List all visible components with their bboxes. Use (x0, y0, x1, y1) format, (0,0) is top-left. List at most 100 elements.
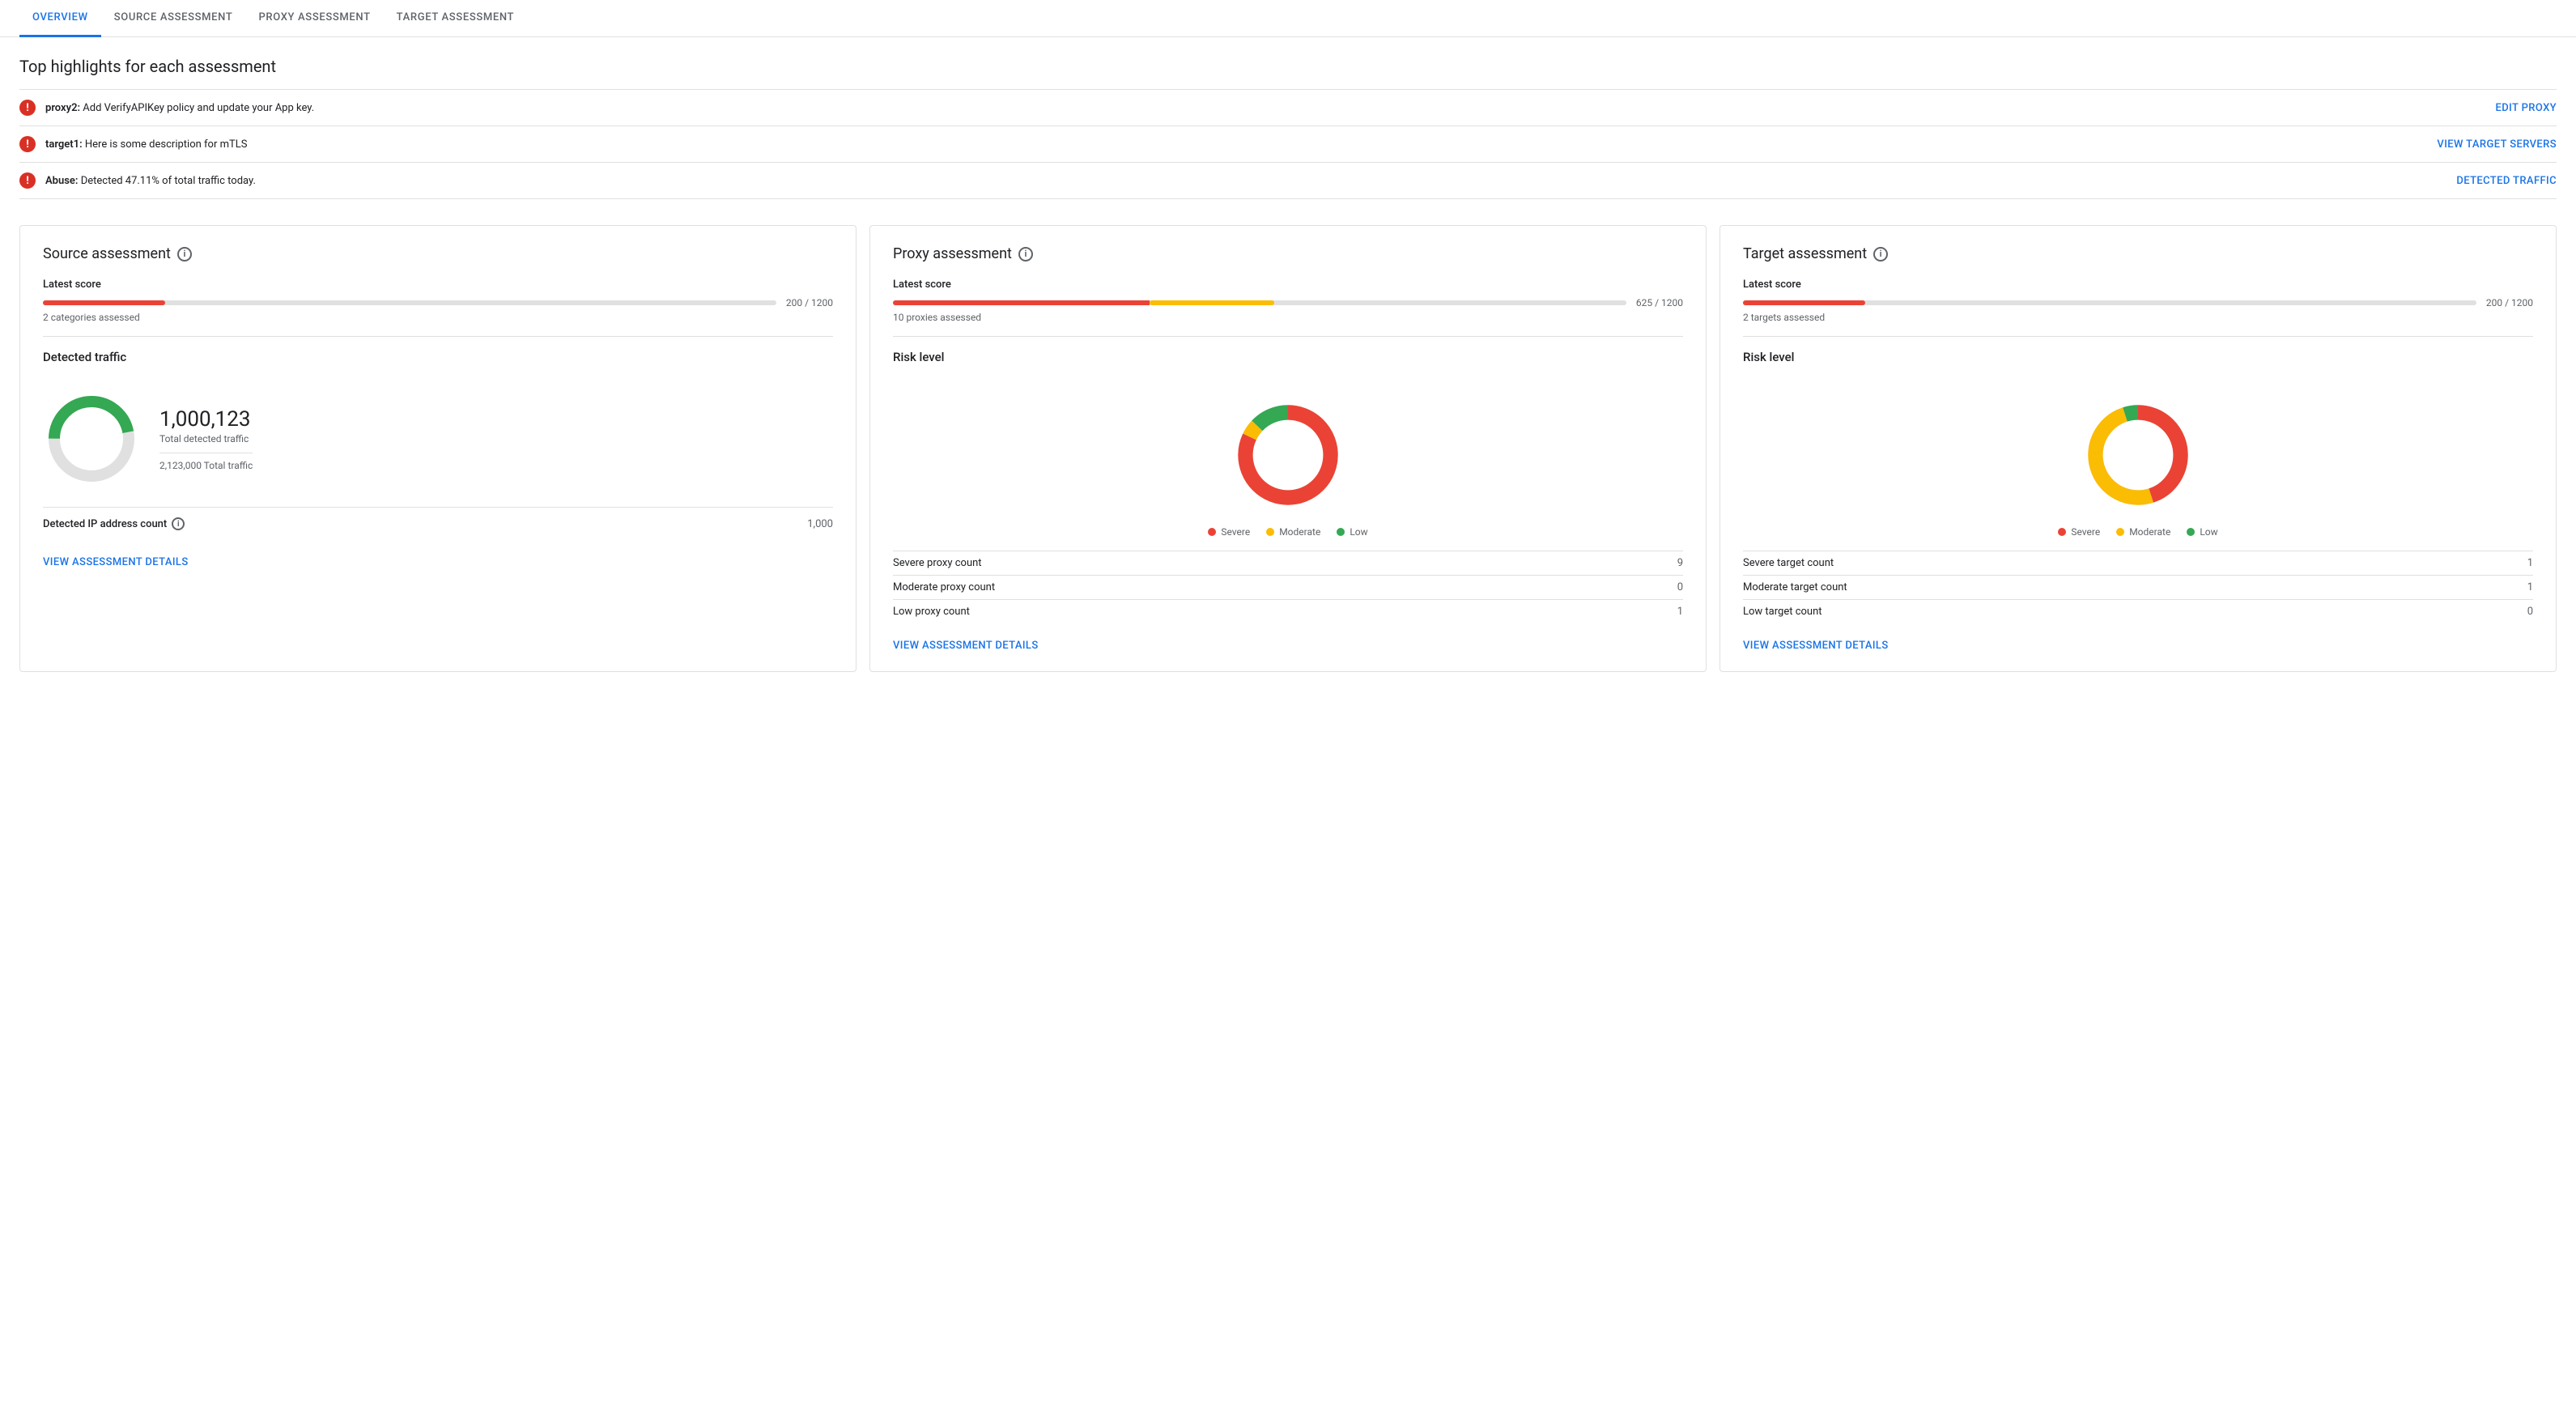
target-moderate-count-label: Moderate target count (1743, 581, 1847, 593)
proxy-moderate-count-label: Moderate proxy count (893, 581, 995, 593)
proxy-donut-area (893, 377, 1683, 526)
proxy-risk-label: Risk level (893, 350, 1683, 364)
source-detected-label: Total detected traffic (159, 433, 253, 444)
source-score-label: Latest score (43, 279, 833, 291)
proxy-legend-low: Low (1337, 526, 1367, 538)
source-card-title: Source assessment i (43, 245, 833, 262)
target-severe-dot (2058, 528, 2066, 536)
highlight-desc-proxy: Add VerifyAPIKey policy and update your … (80, 102, 314, 114)
target-severe-label: Severe (2071, 526, 2100, 538)
tab-proxy-assessment[interactable]: PROXY ASSESSMENT (245, 0, 383, 37)
proxy-risk-legend: Severe Moderate Low (893, 526, 1683, 538)
moderate-label: Moderate (1279, 526, 1320, 538)
target-low-count-label: Low target count (1743, 606, 1822, 618)
target-severe-count-label: Severe target count (1743, 557, 1834, 569)
source-traffic-donut-area: 1,000,123 Total detected traffic 2,123,0… (43, 377, 833, 500)
source-detected-count: 1,000,123 (159, 407, 253, 432)
proxy-score-value: 625 / 1200 (1636, 297, 1683, 308)
proxy-severe-count-label: Severe proxy count (893, 557, 982, 569)
source-view-link[interactable]: VIEW ASSESSMENT DETAILS (43, 556, 833, 568)
source-ip-label: Detected IP address count i (43, 517, 185, 530)
proxy-low-count-value: 1 (1677, 606, 1683, 618)
proxy-view-link[interactable]: VIEW ASSESSMENT DETAILS (893, 640, 1683, 652)
source-donut-wrapper (43, 390, 140, 487)
highlight-text-target: target1: Here is some description for mT… (45, 138, 2417, 151)
source-ip-label-text: Detected IP address count (43, 518, 167, 530)
tab-target-assessment[interactable]: TARGET ASSESSMENT (384, 0, 527, 37)
target-legend-low: Low (2187, 526, 2217, 538)
target-score-label: Latest score (1743, 279, 2533, 291)
source-info-icon[interactable]: i (177, 247, 192, 262)
target-legend-severe: Severe (2058, 526, 2100, 538)
tab-overview[interactable]: OVERVIEW (19, 0, 101, 37)
source-ip-value: 1,000 (807, 518, 833, 530)
target-moderate-label: Moderate (2129, 526, 2170, 538)
proxy-assessment-card: Proxy assessment i Latest score 625 / 12… (869, 225, 1707, 672)
target-moderate-count-row: Moderate target count 1 (1743, 575, 2533, 599)
target-legend-moderate: Moderate (2116, 526, 2170, 538)
target-score-value: 200 / 1200 (2486, 297, 2533, 308)
target-targets-assessed: 2 targets assessed (1743, 312, 2533, 323)
severe-dot (1208, 528, 1216, 536)
target-score-fill (1743, 300, 1865, 305)
tabs-nav: OVERVIEW SOURCE ASSESSMENT PROXY ASSESSM… (0, 0, 2576, 37)
target-title-text: Target assessment (1743, 245, 1867, 262)
target-low-count-value: 0 (2527, 606, 2533, 618)
source-assessment-card: Source assessment i Latest score 200 / 1… (19, 225, 857, 672)
source-score-bar (43, 300, 776, 305)
edit-proxy-link[interactable]: EDIT PROXY (2495, 102, 2557, 114)
target-moderate-dot (2116, 528, 2124, 536)
proxy-divider (893, 336, 1683, 337)
target-donut-svg (2073, 390, 2203, 520)
error-icon-abuse: ! (19, 172, 36, 189)
proxy-severe-count-row: Severe proxy count 9 (893, 551, 1683, 575)
proxy-title-text: Proxy assessment (893, 245, 1012, 262)
severe-label: Severe (1221, 526, 1250, 538)
target-risk-legend: Severe Moderate Low (1743, 526, 2533, 538)
target-view-link[interactable]: VIEW ASSESSMENT DETAILS (1743, 640, 2533, 652)
proxy-card-title: Proxy assessment i (893, 245, 1683, 262)
proxy-moderate-count-value: 0 (1677, 581, 1683, 593)
highlight-row-proxy: ! proxy2: Add VerifyAPIKey policy and up… (19, 89, 2557, 125)
source-divider (43, 336, 833, 337)
target-moderate-count-value: 1 (2527, 581, 2533, 593)
target-score-bar-row: 200 / 1200 (1743, 297, 2533, 308)
proxy-proxies-assessed: 10 proxies assessed (893, 312, 1683, 323)
cards-row: Source assessment i Latest score 200 / 1… (0, 199, 2576, 672)
proxy-score-bar-row: 625 / 1200 (893, 297, 1683, 308)
tab-source-assessment[interactable]: SOURCE ASSESSMENT (101, 0, 246, 37)
proxy-score-fill-orange (1150, 300, 1274, 305)
proxy-score-fill-red (893, 300, 1150, 305)
source-score-bar-row: 200 / 1200 (43, 297, 833, 308)
target-score-bar (1743, 300, 2476, 305)
source-traffic-stats: 1,000,123 Total detected traffic 2,123,0… (159, 407, 253, 471)
highlight-bold-target: target1: (45, 138, 83, 151)
low-dot (1337, 528, 1345, 536)
proxy-donut-svg (1223, 390, 1353, 520)
highlight-text-proxy: proxy2: Add VerifyAPIKey policy and upda… (45, 102, 2476, 114)
target-info-icon[interactable]: i (1873, 247, 1888, 262)
source-total-traffic: 2,123,000 Total traffic (159, 453, 253, 471)
detected-traffic-link[interactable]: DETECTED TRAFFIC (2456, 175, 2557, 187)
source-score-value: 200 / 1200 (786, 297, 833, 308)
source-categories-assessed: 2 categories assessed (43, 312, 833, 323)
target-assessment-card: Target assessment i Latest score 200 / 1… (1719, 225, 2557, 672)
proxy-low-count-row: Low proxy count 1 (893, 599, 1683, 623)
proxy-risk-counts: Severe proxy count 9 Moderate proxy coun… (893, 551, 1683, 623)
low-label: Low (1350, 526, 1367, 538)
proxy-info-icon[interactable]: i (1018, 247, 1033, 262)
highlights-title: Top highlights for each assessment (19, 57, 2557, 76)
target-risk-counts: Severe target count 1 Moderate target co… (1743, 551, 2533, 623)
source-ip-count-row: Detected IP address count i 1,000 (43, 507, 833, 540)
target-severe-count-row: Severe target count 1 (1743, 551, 2533, 575)
source-ip-info-icon[interactable]: i (172, 517, 185, 530)
target-low-label: Low (2200, 526, 2217, 538)
highlight-desc-abuse: Detected 47.11% of total traffic today. (78, 175, 255, 187)
target-severe-count-value: 1 (2527, 557, 2533, 569)
proxy-score-label: Latest score (893, 279, 1683, 291)
source-donut-svg (43, 390, 140, 487)
view-target-servers-link[interactable]: VIEW TARGET SERVERS (2437, 138, 2557, 151)
highlight-row-target: ! target1: Here is some description for … (19, 125, 2557, 162)
highlight-desc-target: Here is some description for mTLS (83, 138, 248, 151)
target-risk-label: Risk level (1743, 350, 2533, 364)
